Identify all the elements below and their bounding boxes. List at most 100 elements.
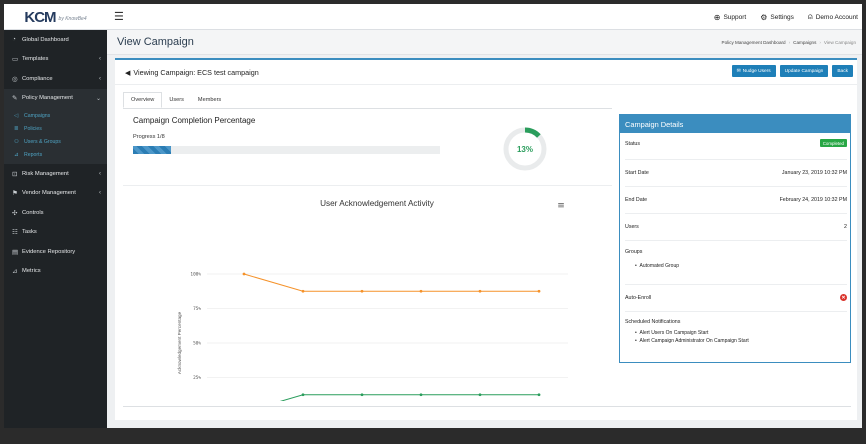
top-links: ⊕ Support ⚙ Settings ⍝ Demo Account (714, 4, 858, 30)
chevron-left-icon: ‹ (99, 75, 101, 82)
detail-row-notifications: Scheduled Notifications • Alert Users On… (625, 312, 847, 362)
data-point-completed (537, 393, 541, 397)
progress-bar (133, 146, 440, 154)
users-value: 2 (844, 224, 847, 230)
close-circle-icon: ✕ (840, 294, 847, 301)
breadcrumb-separator: › (819, 40, 821, 45)
breadcrumb-link[interactable]: Policy Management Dashboard (722, 40, 786, 45)
status-badge: Completed (819, 139, 847, 147)
completion-donut: 13% (503, 127, 547, 171)
sidebar-item-global-dashboard[interactable]: ◔ Global Dashboard (4, 30, 107, 50)
logo-subtext: by KnowBe4 (58, 16, 87, 22)
card-divider (123, 406, 851, 407)
series-line-completed (243, 394, 539, 413)
sidebar-item-vendor-management[interactable]: ⚑ Vendor Management ‹ (4, 184, 107, 204)
nudge-users-label: Nudge Users (742, 68, 771, 74)
sidebar-item-label: Risk Management (22, 170, 69, 177)
sidebar-item-metrics[interactable]: ⊿ Metrics (4, 262, 107, 282)
sidebar-item-tasks[interactable]: ☷ Tasks (4, 223, 107, 243)
data-point-completed (360, 393, 364, 397)
account-link[interactable]: ⍝ Demo Account (808, 12, 858, 22)
account-label: Demo Account (815, 13, 858, 21)
sidebar-item-policy-management[interactable]: ✎ Policy Management ⌄ (4, 88, 107, 108)
gear-icon: ⚙ (760, 12, 768, 22)
sidebar-subitem-policies[interactable]: ≣ Policies (4, 122, 107, 135)
page-title: View Campaign (117, 36, 194, 48)
tab-overview[interactable]: Overview (123, 92, 163, 108)
progress-bar-fill (133, 146, 172, 154)
y-tick-label: 100% (190, 272, 201, 278)
chevron-left-icon: ‹ (99, 170, 101, 177)
sidebar-item-label: Metrics (22, 268, 41, 275)
logo[interactable]: KCM by KnowBe4 (4, 4, 107, 30)
megaphone-icon: ◀ (125, 70, 131, 77)
end-date-value: February 24, 2019 10:32 PM (779, 197, 847, 203)
notification-item-text: Alert Users On Campaign Start (639, 330, 709, 336)
campaign-details-panel: Campaign Details Status Completed Start … (619, 114, 851, 363)
notification-item-text: Alert Campaign Administrator On Campaign… (639, 338, 749, 344)
tabs-divider (123, 108, 612, 109)
tasks-icon: ☷ (12, 229, 18, 237)
status-label: Status (625, 141, 641, 147)
card-header: ◀ Viewing Campaign: ECS test campaign ✉ Nu… (115, 60, 857, 85)
start-date-value: January 23, 2019 10:32 PM (781, 170, 847, 176)
data-point-completed (478, 393, 482, 397)
document-icon: ▤ (12, 248, 19, 256)
groups-label: Groups (625, 249, 643, 255)
sidebar-subitem-label: Users & Groups (24, 138, 61, 145)
detail-row-end: End Date February 24, 2019 10:32 PM (625, 187, 847, 214)
sidebar-item-controls[interactable]: ✣ Controls (4, 203, 107, 223)
sidebar-item-evidence-repository[interactable]: ▤ Evidence Repository (4, 242, 107, 262)
users-label: Users (625, 224, 639, 230)
sidebar-item-risk-management[interactable]: ⊡ Risk Management ‹ (4, 164, 107, 184)
page-header: View Campaign Policy Management Dashboar… (107, 30, 862, 55)
campaign-heading-text: Viewing Campaign: ECS test campaign (133, 68, 259, 77)
sidebar-subitem-users-groups[interactable]: ⚇ Users & Groups (4, 135, 107, 148)
chevron-down-icon: ⌄ (95, 95, 101, 102)
notifications-label: Scheduled Notifications (625, 319, 681, 325)
data-point-pending (478, 289, 482, 293)
top-bar: KCM by KnowBe4 ☰ ⊕ Support ⚙ Settings ⍝ Dem… (4, 4, 862, 30)
sidebar-item-label: Global Dashboard (22, 36, 69, 43)
data-point-pending (419, 289, 423, 293)
sidebar-item-label: Policy Management (22, 95, 73, 102)
y-tick-label: 25% (193, 375, 201, 381)
breadcrumb-link[interactable]: Campaigns (793, 40, 816, 45)
detail-row-status: Status Completed (625, 133, 847, 160)
sidebar-subitem-reports[interactable]: ⊿ Reports (4, 148, 107, 161)
campaign-heading: ◀ Viewing Campaign: ECS test campaign (125, 68, 259, 77)
series-line-pending (243, 273, 539, 292)
data-point-completed (419, 393, 423, 397)
sidebar-subitem-label: Campaigns (24, 112, 51, 119)
breadcrumb-current: View Campaign (823, 40, 856, 45)
sidebar-subitem-campaigns[interactable]: ◁ Campaigns (4, 109, 107, 122)
main-content: View Campaign Policy Management Dashboar… (107, 30, 862, 428)
settings-link[interactable]: ⚙ Settings (760, 13, 794, 22)
back-button[interactable]: Back (832, 65, 853, 77)
notification-item: • Alert Users On Campaign Start (635, 330, 709, 336)
menu-toggle-icon[interactable]: ☰ (114, 10, 124, 23)
nudge-users-button[interactable]: ✉ Nudge Users (731, 65, 776, 77)
y-axis-label: Acknowledgement Percentage (177, 311, 182, 374)
autoenroll-label: Auto-Enroll (625, 295, 652, 301)
templates-icon: ▭ (12, 56, 19, 64)
support-link[interactable]: ⊕ Support (714, 13, 746, 22)
sidebar-item-compliance[interactable]: ◎ Compliance ‹ (4, 69, 107, 89)
metrics-icon: ⊿ (12, 268, 18, 276)
vendor-icon: ⚑ (12, 190, 18, 198)
megaphone-icon: ◁ (14, 112, 19, 119)
sidebar-item-label: Vendor Management (22, 190, 76, 197)
data-point-completed (301, 393, 305, 397)
group-item-text: Automated Group (639, 263, 679, 269)
start-date-label: Start Date (625, 170, 649, 176)
progress-label: Progress 1/8 (133, 134, 165, 140)
sidebar-item-templates[interactable]: ▭ Templates ‹ (4, 50, 107, 70)
chart-menu-icon[interactable]: ≡ (557, 201, 565, 211)
update-campaign-button[interactable]: Update Campaign (779, 65, 829, 77)
breadcrumb: Policy Management Dashboard › Campaigns › Vi… (722, 40, 857, 45)
tab-members[interactable]: Members (191, 92, 228, 108)
risk-icon: ⊡ (12, 170, 18, 178)
chevron-left-icon: ‹ (99, 190, 101, 197)
tab-users[interactable]: Users (162, 92, 191, 108)
data-point-pending (360, 289, 364, 293)
